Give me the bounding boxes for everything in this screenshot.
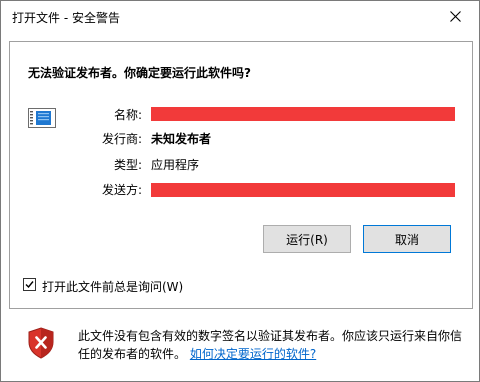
window-title: 打开文件 - 安全警告 xyxy=(12,11,120,25)
publisher-value: 未知发布者 xyxy=(151,132,212,146)
from-label: 发送方: xyxy=(101,183,142,197)
always-ask-checkbox[interactable] xyxy=(23,278,36,291)
close-icon xyxy=(450,11,461,22)
publisher-label: 发行商: xyxy=(101,132,142,146)
checkmark-icon xyxy=(25,281,34,289)
name-value-redacted xyxy=(151,107,455,121)
warning-heading: 无法验证发布者。你确定要运行此软件吗? xyxy=(28,66,251,80)
type-label: 类型: xyxy=(113,158,142,172)
shield-warning-icon xyxy=(28,327,54,359)
from-value-redacted xyxy=(151,183,455,197)
application-icon xyxy=(28,108,56,128)
always-ask-label[interactable]: 打开此文件前总是询问(W) xyxy=(42,278,183,295)
name-label: 名称: xyxy=(113,108,142,122)
warning-message: 此文件没有包含有效的数字签名以验证其发布者。你应该只运行来自你信任的发布者的软件… xyxy=(78,327,463,363)
close-button[interactable] xyxy=(433,1,479,32)
decide-software-link[interactable]: 如何决定要运行的软件? xyxy=(190,347,316,361)
title-bar: 打开文件 - 安全警告 xyxy=(1,1,479,32)
type-value: 应用程序 xyxy=(151,158,200,172)
run-button[interactable]: 运行(R) xyxy=(263,225,351,253)
footer: 此文件没有包含有效的数字签名以验证其发布者。你应该只运行来自你信任的发布者的软件… xyxy=(9,307,471,375)
security-warning-dialog: 打开文件 - 安全警告 无法验证发布者。你确定要运行此软件吗? 名称: 发行商:… xyxy=(0,0,480,382)
cancel-button[interactable]: 取消 xyxy=(363,225,451,253)
details-panel: 无法验证发布者。你确定要运行此软件吗? 名称: 发行商: 未知发布者 类型: 应… xyxy=(9,41,473,309)
